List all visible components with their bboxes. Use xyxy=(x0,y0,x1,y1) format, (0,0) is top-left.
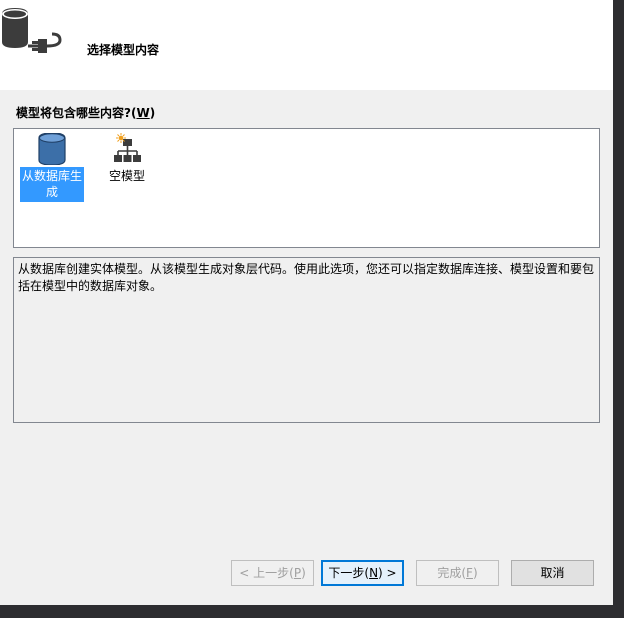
back-button[interactable]: < 上一步(P) xyxy=(231,560,314,586)
wizard-header: 选择模型内容 xyxy=(0,0,613,90)
page-title: 选择模型内容 xyxy=(87,43,160,57)
finish-access-key: F xyxy=(466,566,473,580)
choice-generate-from-database[interactable]: 从数据库生成 xyxy=(20,133,84,202)
next-suffix: ) > xyxy=(378,566,397,580)
description-text: 从数据库创建实体模型。从该模型生成对象层代码。使用此选项，您还可以指定数据库连接… xyxy=(18,262,595,293)
prompt-text: 模型将包含哪些内容?( xyxy=(16,106,137,120)
next-button[interactable]: 下一步(N) > xyxy=(321,560,404,586)
model-contents-list[interactable]: 从数据库生成 空模型 xyxy=(13,128,600,248)
prompt-text-end: ) xyxy=(149,106,156,120)
finish-suffix: ) xyxy=(472,566,478,580)
choice-empty-model[interactable]: 空模型 xyxy=(95,133,159,186)
cancel-button[interactable]: 取消 xyxy=(511,560,594,586)
back-access-key: P xyxy=(293,566,302,580)
prompt-access-key: W xyxy=(136,106,150,120)
next-access-key: N xyxy=(369,566,379,580)
finish-prefix: 完成( xyxy=(437,566,467,580)
empty-model-icon xyxy=(114,133,141,162)
next-prefix: 下一步( xyxy=(328,566,370,580)
wizard-dialog: 选择模型内容 模型将包含哪些内容?(W) 从数据库生成 空模型 从数据库创建实体… xyxy=(0,0,613,605)
choice-label: 空模型 xyxy=(108,169,145,183)
database-icon xyxy=(38,133,66,165)
description-panel: 从数据库创建实体模型。从该模型生成对象层代码。使用此选项，您还可以指定数据库连接… xyxy=(13,257,600,423)
content-prompt-label: 模型将包含哪些内容?(W) xyxy=(16,104,155,121)
back-prefix: < 上一步( xyxy=(239,566,294,580)
choice-label: 从数据库生成 xyxy=(20,167,84,202)
back-suffix: ) xyxy=(301,566,306,580)
database-connect-icon xyxy=(2,8,62,53)
finish-button[interactable]: 完成(F) xyxy=(416,560,499,586)
